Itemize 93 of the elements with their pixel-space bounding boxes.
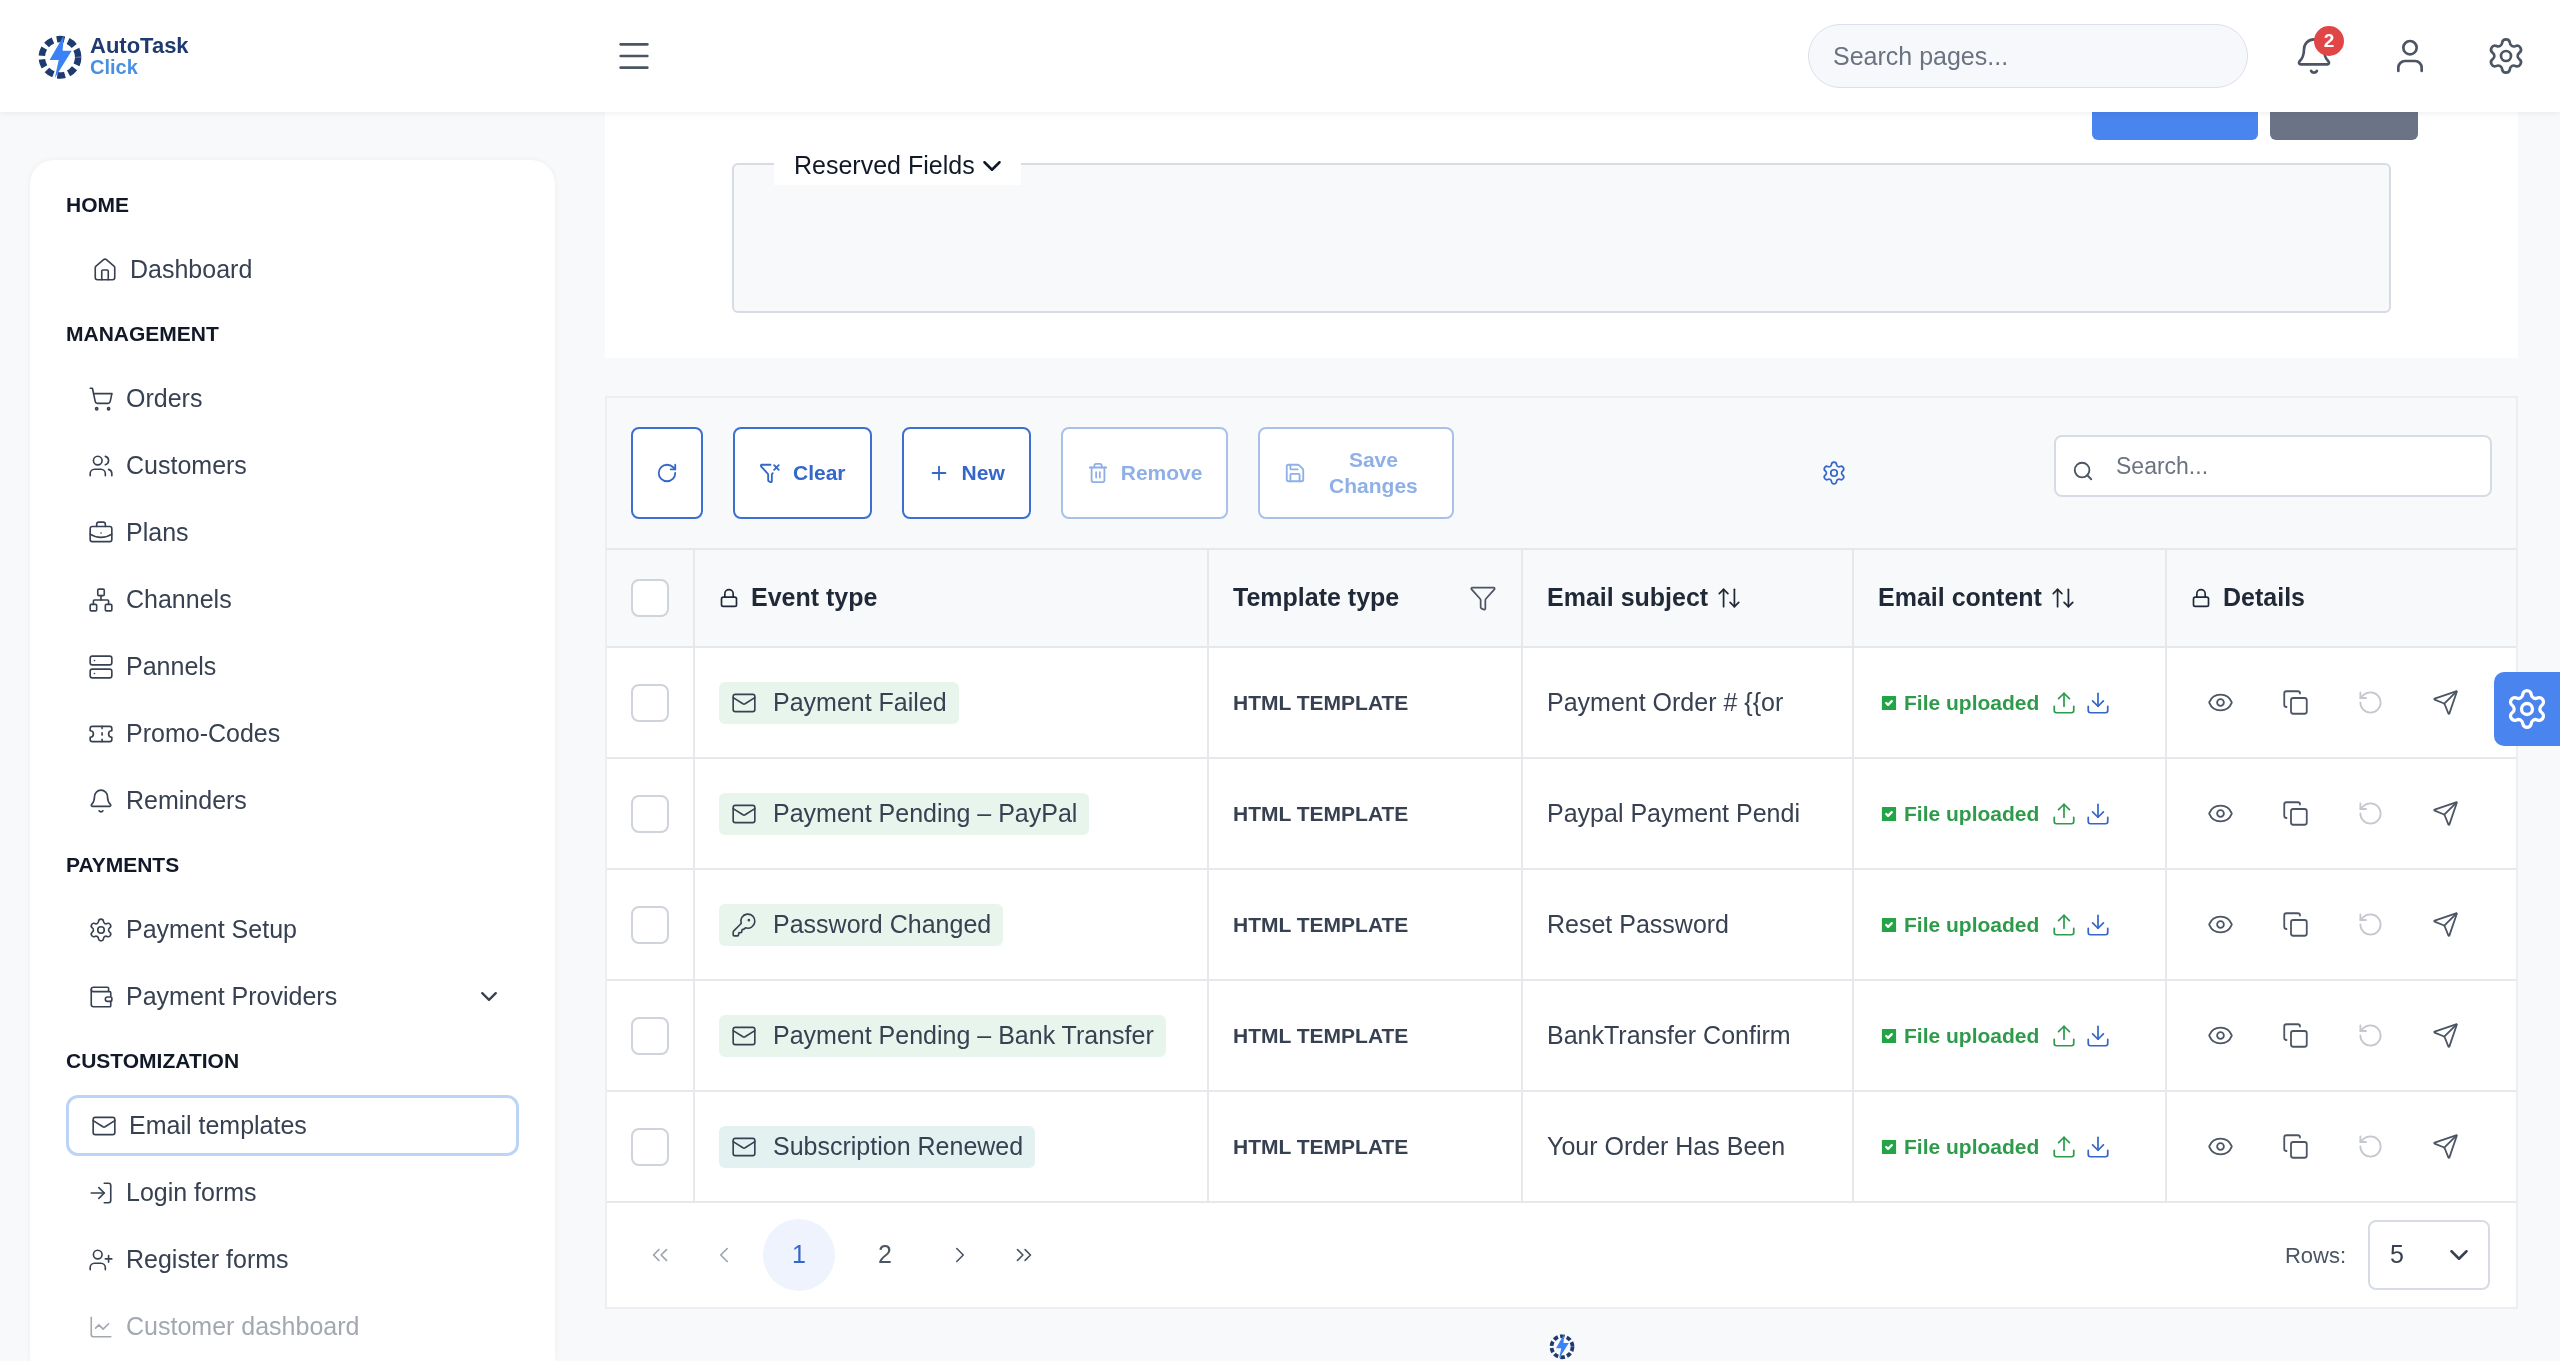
copy-icon[interactable] [2282, 911, 2309, 938]
new-button[interactable]: New [901, 427, 1031, 519]
sort-icon[interactable] [1716, 585, 1743, 611]
sidebar-item[interactable]: Promo-Codes [66, 703, 519, 764]
send-icon[interactable] [2432, 911, 2459, 938]
copy-icon[interactable] [2282, 1133, 2309, 1160]
table-cell-text: HTML TEMPLATE [1233, 911, 1409, 938]
rows-label: Rows: [2284, 1241, 2346, 1270]
page-button[interactable]: 1 [763, 1219, 835, 1291]
table-cell-text: Reset Password [1547, 908, 1730, 940]
sidebar-item[interactable]: Reminders [66, 770, 519, 831]
sidebar-item[interactable]: Plans [66, 502, 519, 563]
row-checkbox[interactable] [631, 1127, 669, 1166]
menu-item-icon [88, 1179, 114, 1206]
table-cell-text: Your Order Has Been [1547, 1130, 1786, 1162]
menu-item-icon [88, 787, 114, 814]
event-type-tag: Payment Failed [719, 681, 959, 724]
table-search-field[interactable]: Search... [2054, 435, 2492, 497]
chevron-icon [2450, 1250, 2468, 1260]
rows-select[interactable]: 5 [2368, 1220, 2490, 1290]
column-header[interactable]: Details [2167, 550, 2516, 646]
section-heading: HOME [66, 192, 130, 219]
menu-item-icon [88, 586, 114, 613]
send-icon[interactable] [2432, 1022, 2459, 1049]
sidebar-item[interactable]: Pannels [66, 636, 519, 697]
sidebar-item[interactable]: Payment Setup [66, 899, 519, 960]
refresh-button[interactable] [631, 427, 703, 519]
clear-icon [759, 462, 781, 484]
refresh-icon [656, 462, 678, 484]
menu-item-icon [88, 653, 114, 680]
row-checkbox[interactable] [631, 1016, 669, 1055]
row-checkbox[interactable] [631, 683, 669, 722]
row-checkbox[interactable] [631, 905, 669, 944]
table-cell-text: Paypal Payment Pendi [1547, 797, 1800, 829]
menu-item-icon [88, 916, 114, 943]
logo-title: AutoTask [90, 35, 189, 57]
select-all-checkbox[interactable] [631, 579, 669, 617]
page-button[interactable]: 2 [849, 1219, 921, 1291]
chevron-icon [982, 160, 1001, 171]
send-icon[interactable] [2432, 1133, 2459, 1160]
copy-icon[interactable] [2282, 800, 2309, 827]
settings-tab[interactable] [2494, 672, 2560, 746]
search-icon [2072, 460, 2094, 482]
table-cell-text: HTML TEMPLATE [1233, 689, 1409, 716]
section-heading: MANAGEMENT [66, 321, 220, 348]
send-icon[interactable] [2432, 800, 2459, 827]
status-text: File uploaded [1904, 800, 2040, 827]
column-header[interactable]: Event type [695, 550, 1209, 646]
sidebar-item[interactable]: Register forms [66, 1229, 519, 1290]
menu-item-icon [88, 1246, 114, 1273]
table-cell-text: HTML TEMPLATE [1233, 1133, 1409, 1160]
sidebar-item[interactable]: Payment Providers [66, 966, 519, 1027]
sidebar-item[interactable]: Dashboard [66, 239, 519, 300]
sidebar-item[interactable]: Customers [66, 435, 519, 496]
save-icon [1284, 462, 1307, 484]
key-icon [731, 911, 757, 938]
filter-icon[interactable] [1469, 584, 1497, 612]
table-cell-text: Payment Order # {{or [1547, 686, 1784, 718]
notification-badge: 2 [2314, 26, 2344, 56]
column-header[interactable]: Email content [1854, 550, 2167, 646]
row-checkbox[interactable] [631, 794, 669, 833]
status-text: File uploaded [1904, 1133, 2040, 1160]
table-cell-text: BankTransfer Confirm [1547, 1019, 1791, 1051]
search-field[interactable]: Search pages... [1808, 24, 2248, 88]
menu-item-icon [88, 385, 114, 412]
event-type-tag: Password Changed [719, 903, 1004, 946]
copy-icon[interactable] [2282, 1022, 2309, 1049]
column-header[interactable]: Template type [1209, 550, 1523, 646]
event-type-tag: Payment Pending – Bank Transfer [719, 1014, 1166, 1057]
send-icon[interactable] [2432, 689, 2459, 716]
sidebar-item[interactable]: Channels [66, 569, 519, 630]
sidebar-item[interactable]: Orders [66, 368, 519, 429]
logo-subtitle: Click [90, 57, 139, 77]
sidebar-item[interactable]: Email templates [66, 1095, 519, 1156]
sort-icon[interactable] [2049, 585, 2076, 611]
event-type-tag: Subscription Renewed [719, 1125, 1036, 1168]
table-cell-text: HTML TEMPLATE [1233, 1022, 1409, 1049]
section-heading: CUSTOMIZATION [66, 1048, 241, 1075]
table-cell-text: HTML TEMPLATE [1233, 800, 1409, 827]
menu-item-icon [88, 452, 114, 479]
section-heading: PAYMENTS [66, 852, 181, 879]
status-text: File uploaded [1904, 911, 2040, 938]
menu-item-icon [88, 983, 114, 1010]
event-type-tag: Payment Pending – PayPal [719, 792, 1090, 835]
status-text: File uploaded [1904, 1022, 2040, 1049]
sidebar-item[interactable]: Login forms [66, 1162, 519, 1223]
clear-button[interactable]: Clear [733, 427, 872, 519]
remove-icon [1086, 462, 1109, 484]
settings-icon[interactable] [1821, 460, 1848, 486]
column-header[interactable]: Email subject [1523, 550, 1854, 646]
menu-item-icon [92, 256, 118, 283]
status-text: File uploaded [1904, 689, 2040, 716]
copy-icon[interactable] [2282, 689, 2309, 716]
